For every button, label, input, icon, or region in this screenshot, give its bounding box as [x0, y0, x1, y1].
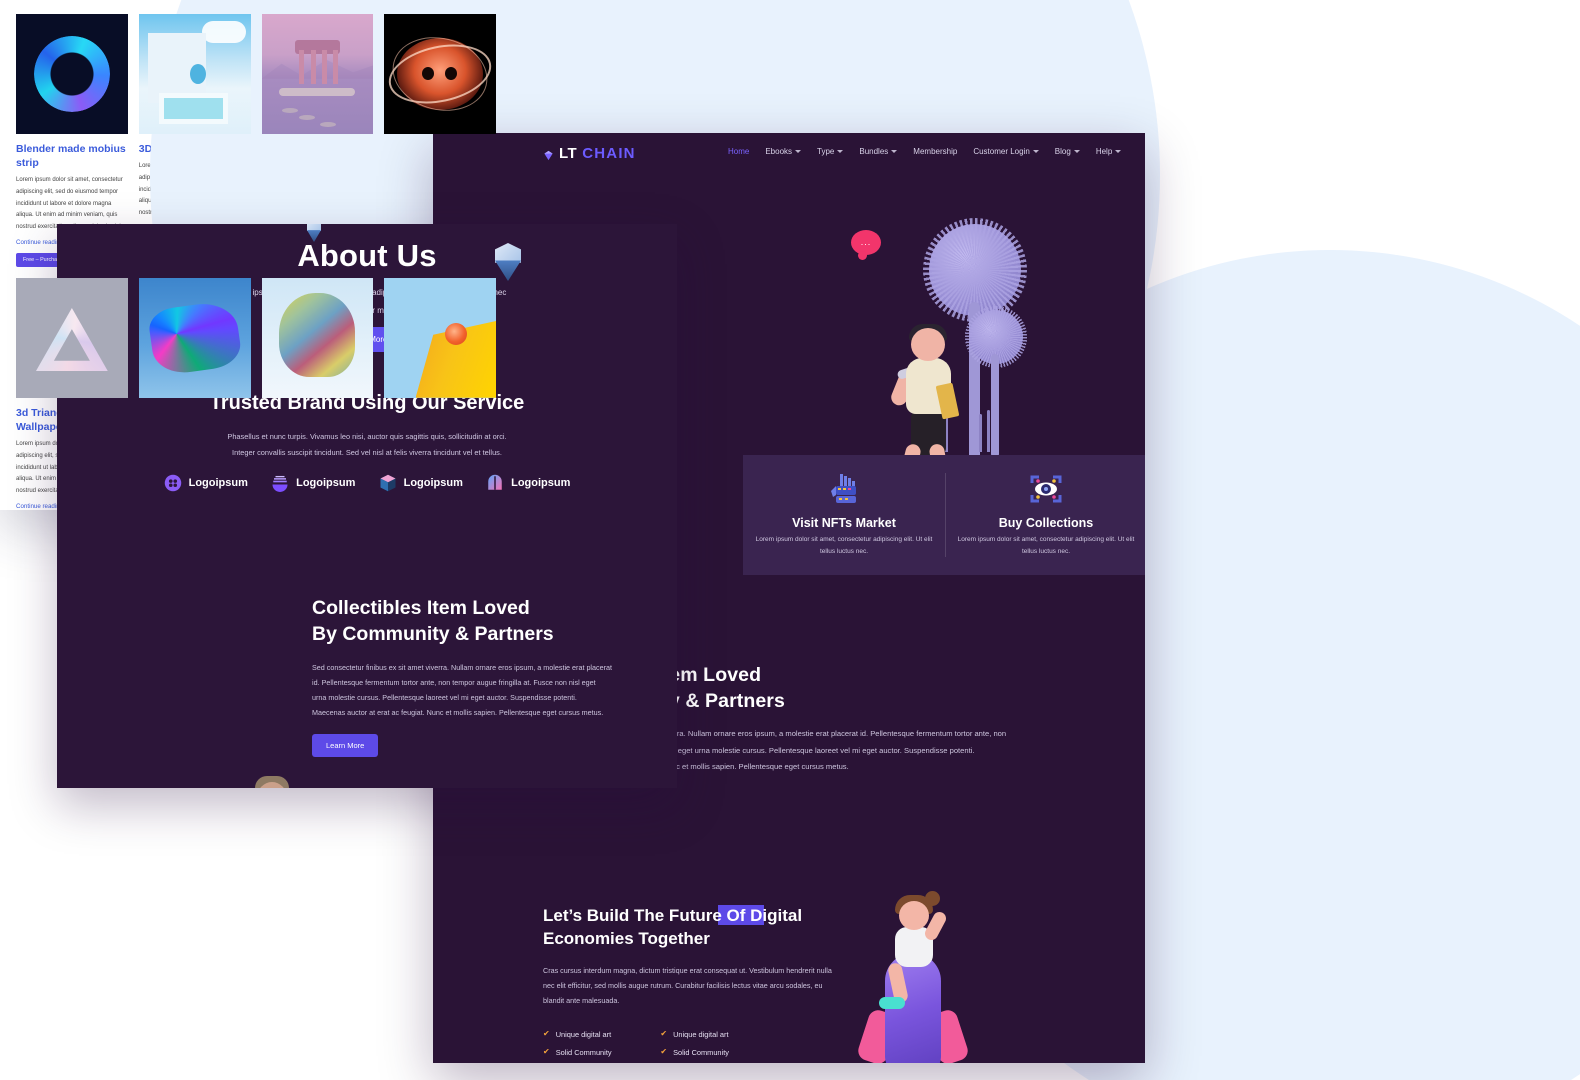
brand-logo-3[interactable]: Logoipsum	[379, 474, 463, 492]
nav-item-help[interactable]: Help	[1096, 147, 1122, 156]
feature-card-visit-nfts-market[interactable]: Visit NFTs Market Lorem ipsum dolor sit …	[749, 473, 939, 559]
arch-gradient-logo-icon	[486, 474, 504, 492]
feature-checklist: ✔Unique digital art ✔Solid Community ✔Su…	[543, 1030, 843, 1063]
chevron-down-icon	[1073, 150, 1080, 153]
check-icon: ✔	[543, 1029, 550, 1039]
product-title[interactable]: Blender made mobius strip	[16, 142, 128, 170]
check-icon: ✔	[543, 1047, 550, 1057]
brand-logo-2[interactable]: Logoipsum	[271, 474, 355, 492]
nav-item-ebooks[interactable]: Ebooks	[765, 147, 802, 156]
flower-circle-logo-icon	[164, 474, 182, 492]
nav-item-blog[interactable]: Blog	[1055, 147, 1080, 156]
blue-mobius-ring-thumbnail[interactable]	[16, 14, 128, 134]
feature-title: Buy Collections	[998, 516, 1094, 530]
chevron-down-icon	[1115, 150, 1122, 153]
trusted-body: Phasellus et nunc turpis. Vivamus leo ni…	[227, 432, 507, 458]
robot-hand-icon	[829, 474, 859, 509]
brand-logo-label: Logoipsum	[403, 477, 463, 489]
primary-navigation: Home Ebooks Type Bundles Membership Cust…	[728, 147, 1122, 156]
white-pool-room-thumbnail[interactable]	[138, 14, 251, 134]
divider	[945, 473, 946, 557]
chevron-down-icon	[891, 150, 898, 153]
checklist-item: ✔ Unique digital art	[543, 1029, 612, 1039]
collectibles-heading: Collectibles Item Loved By Community & P…	[312, 597, 554, 645]
nav-item-type[interactable]: Type	[817, 147, 844, 156]
logo-text-secondary: CHAIN	[582, 145, 636, 162]
logo-text-primary: LT	[559, 145, 578, 162]
brand-logo-1[interactable]: Logoipsum	[164, 474, 248, 492]
check-icon: ✔	[660, 1029, 668, 1039]
collectibles-learn-more-button[interactable]: Learn More	[312, 734, 379, 758]
checklist-item: ✔ Solid Community	[660, 1047, 729, 1057]
red-wireframe-skull-thumbnail[interactable]	[383, 14, 497, 134]
checklist-item: ✔ Unique digital art	[660, 1029, 729, 1039]
brand-logo-label: Logoipsum	[296, 477, 356, 489]
vr-character-illustration	[217, 776, 327, 788]
nav-item-bundles[interactable]: Bundles	[859, 147, 898, 156]
nav-item-customer-login[interactable]: Customer Login	[973, 147, 1039, 156]
faceted-blue-gem-thumbnail[interactable]	[138, 277, 251, 398]
painted-skull-thumbnail[interactable]	[261, 277, 374, 398]
trusted-brand-section: Trusted Brand Using Our Service Phasellu…	[57, 392, 677, 462]
pink-water-temple-thumbnail[interactable]	[261, 14, 374, 134]
page-title: About Us	[297, 238, 437, 273]
speech-bubble: ...	[851, 230, 881, 260]
checklist-column-2: ✔Unique digital art ✔Solid Community ✔Su…	[660, 1030, 743, 1063]
feature-desc: Lorem ipsum dolor sit amet, consectetur …	[957, 536, 1135, 556]
checklist-item: ✔ Solid Community	[543, 1047, 612, 1057]
nav-item-home[interactable]: Home	[728, 147, 749, 156]
collectibles-body: Sed consectetur finibus ex sit amet vive…	[312, 662, 613, 718]
checklist-column-1: ✔Unique digital art ✔Solid Community ✔Su…	[543, 1030, 626, 1063]
collectibles-section-left: Collectibles Item Loved By Community & P…	[312, 596, 613, 758]
stacked-arcs-logo-icon	[271, 474, 289, 492]
gem-icon	[543, 148, 554, 161]
future-heading: Let’s Build The Future Of Digital Econom…	[543, 906, 803, 948]
feature-desc: Lorem ipsum dolor sit amet, consectetur …	[755, 536, 933, 556]
feature-title: Visit NFTs Market	[792, 516, 896, 530]
brand-logo-row: Logoipsum Logoipsum Logoipsum Logoipsum	[57, 474, 677, 492]
eye-scan-icon	[1029, 475, 1063, 509]
brand-logo-4[interactable]: Logoipsum	[486, 474, 570, 492]
site-logo[interactable]: LT CHAIN	[543, 145, 636, 162]
chevron-down-icon	[1032, 150, 1039, 153]
brand-logo-label: Logoipsum	[511, 477, 571, 489]
screenshot-stage: LT CHAIN Home Ebooks Type Bundles Member…	[0, 0, 1580, 1080]
feature-card-buy-collections[interactable]: Buy Collections Lorem ipsum dolor sit am…	[951, 473, 1141, 559]
nav-item-membership[interactable]: Membership	[913, 147, 957, 156]
check-icon: ✔	[660, 1047, 668, 1057]
chevron-down-icon	[795, 150, 802, 153]
chevron-down-icon	[837, 150, 844, 153]
iridescent-triangle-thumbnail[interactable]	[16, 277, 128, 398]
future-body: Cras cursus interdum magna, dictum trist…	[543, 965, 832, 1005]
orange-on-yellow-block-thumbnail[interactable]	[384, 277, 496, 398]
cube-shield-logo-icon	[379, 474, 397, 492]
brand-logo-label: Logoipsum	[188, 477, 248, 489]
girl-on-rocket-illustration	[833, 891, 1003, 1063]
future-economies-section: Let’s Build The Future Of Digital Econom…	[543, 905, 843, 1063]
feature-cards-band: Visit NFTs Market Lorem ipsum dolor sit …	[743, 455, 1145, 575]
